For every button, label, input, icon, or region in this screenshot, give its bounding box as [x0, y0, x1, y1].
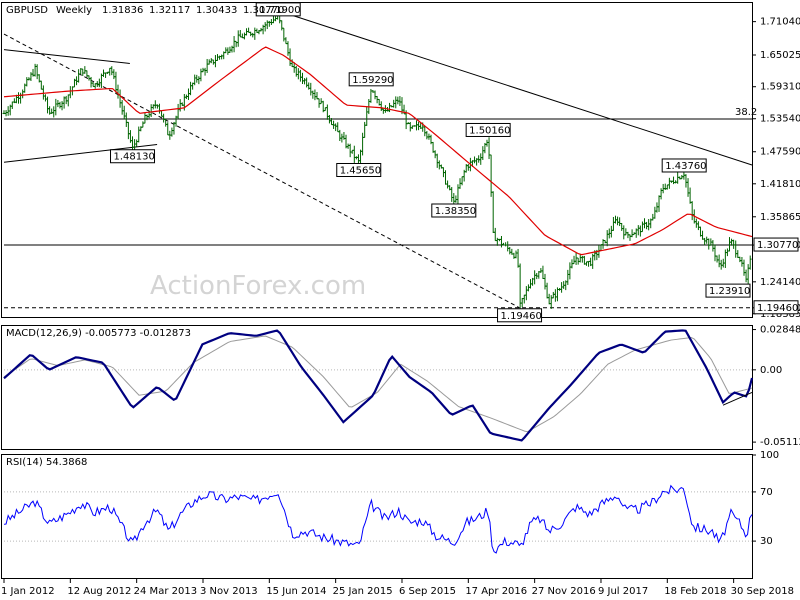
gbpusd-weekly-chart: ActionForex.com 38.21.481301.719001.4565… — [1, 2, 800, 597]
price-level-label: 1.45650 — [340, 165, 381, 176]
price-tick-label: 1.24140 — [760, 277, 800, 288]
date-tick-label: 30 Sep 2018 — [731, 586, 794, 597]
date-tick-label: 3 Nov 2013 — [200, 586, 258, 597]
price-level-label: 1.19460 — [501, 311, 542, 322]
rsi-title: RSI(14) 54.3868 — [6, 457, 87, 468]
price-level-label: 1.59290 — [352, 75, 393, 86]
ohlc-low: 1.30433 — [196, 5, 237, 16]
price-tick-label: 1.47590 — [760, 147, 800, 158]
rsi-tick-label: 30 — [760, 536, 773, 547]
price-axis-badge-label: 1.19460 — [757, 303, 798, 314]
date-tick-label: 18 Feb 2018 — [664, 586, 726, 597]
price-tick-label: 1.59310 — [760, 82, 800, 93]
price-level-label: 1.50160 — [469, 125, 510, 136]
price-axis-badge-label: 1.30770 — [757, 240, 798, 251]
date-tick-label: 6 Sep 2015 — [399, 586, 456, 597]
price-tick-label: 1.53540 — [760, 114, 800, 125]
timeframe-label: Weekly — [56, 5, 92, 16]
rsi-panel — [1, 454, 753, 579]
date-tick-label: 9 Jul 2017 — [598, 586, 648, 597]
price-level-label: 1.23910 — [709, 286, 750, 297]
rsi-tick-label: 70 — [760, 487, 773, 498]
price-tick-label: 1.41810 — [760, 179, 800, 190]
price-tick-label: 1.71040 — [760, 17, 800, 28]
price-level-label: 1.48130 — [114, 152, 155, 163]
date-tick-label: 1 Jan 2012 — [1, 586, 55, 597]
symbol-label: GBPUSD — [6, 5, 48, 16]
date-tick-label: 27 Nov 2016 — [532, 586, 596, 597]
price-tick-label: 1.65025 — [760, 50, 800, 61]
price-level-label: 1.43760 — [665, 161, 706, 172]
date-tick-label: 17 Apr 2016 — [465, 586, 527, 597]
macd-tick-label: 0.00 — [760, 365, 782, 376]
ohlc-high: 1.32117 — [149, 5, 190, 16]
price-tick-label: 1.35865 — [760, 212, 800, 223]
date-tick-label: 12 Aug 2012 — [67, 586, 131, 597]
ohlc-open: 1.31836 — [102, 5, 143, 16]
ohlc-close: 1.30770 — [243, 5, 284, 16]
macd-tick-label: -0.051125 — [760, 437, 800, 448]
rsi-tick-label: 100 — [760, 450, 779, 461]
macd-title: MACD(12,26,9) -0.005773 -0.012873 — [6, 328, 191, 339]
date-tick-label: 24 Mar 2013 — [134, 586, 197, 597]
watermark-text: ActionForex.com — [150, 271, 366, 301]
date-tick-label: 15 Jun 2014 — [266, 586, 326, 597]
macd-tick-label: 0.028489 — [760, 325, 800, 336]
fib-level-label: 38.2 — [735, 107, 757, 118]
date-tick-label: 25 Jan 2015 — [333, 586, 393, 597]
price-level-label: 1.38350 — [435, 206, 476, 217]
